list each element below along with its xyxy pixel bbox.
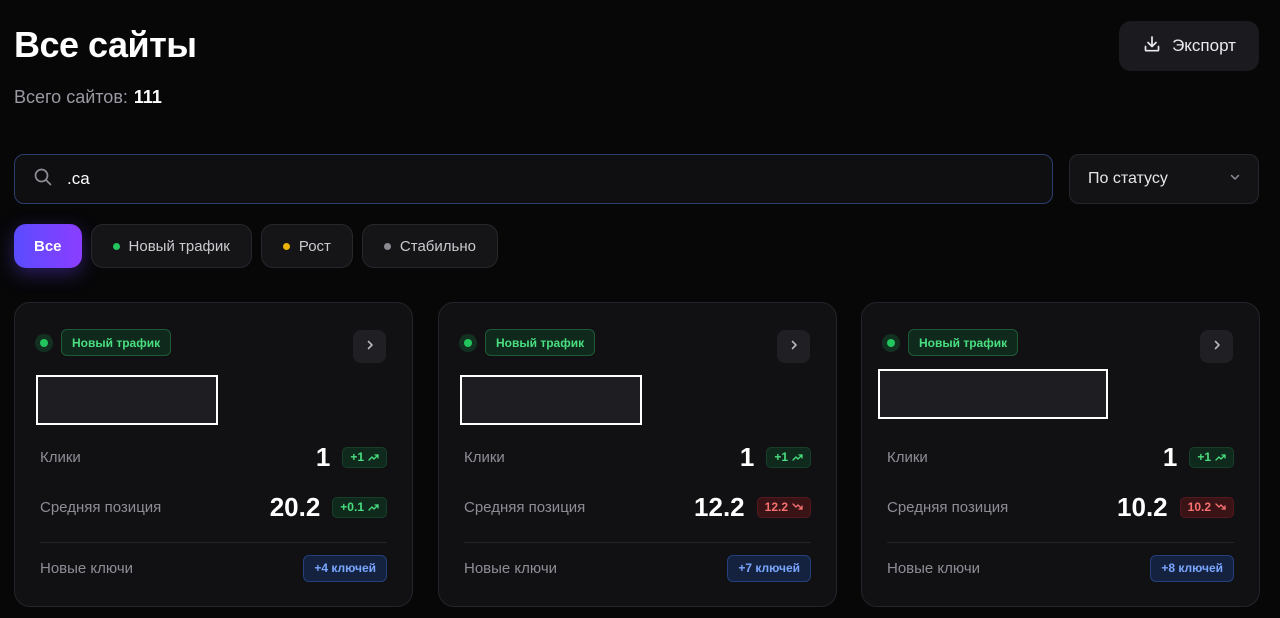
status-badge: Новый трафик (908, 329, 1019, 356)
card-divider (40, 542, 387, 543)
clicks-row: Клики 1 +1 (40, 437, 387, 477)
status-filter-chips: Все Новый трафик Рост Стабильно (14, 224, 498, 268)
search-field[interactable] (14, 154, 1053, 204)
filter-chip-growth[interactable]: Рост (260, 224, 353, 268)
clicks-delta-badge: +1 (342, 446, 387, 468)
trend-up-icon (1215, 454, 1226, 461)
filter-chip-new-traffic[interactable]: Новый трафик (90, 224, 252, 268)
trend-up-icon (368, 454, 379, 461)
position-label: Средняя позиция (464, 498, 586, 516)
chevron-right-icon (364, 338, 376, 356)
redacted-site-name (878, 369, 1108, 419)
new-keys-label: Новые ключи (40, 559, 134, 577)
trend-down-icon (1215, 503, 1226, 510)
open-site-button[interactable] (777, 330, 810, 363)
status-dot-icon (882, 333, 900, 352)
download-icon (1142, 34, 1162, 59)
new-keys-badge: +8 ключей (1150, 554, 1234, 582)
total-sites-count: Всего сайтов: 111 (14, 87, 162, 108)
position-delta-badge: 12.2 (756, 496, 811, 518)
new-keys-label: Новые ключи (887, 559, 981, 577)
clicks-value: 1 (739, 441, 755, 472)
position-label: Средняя позиция (40, 498, 162, 516)
clicks-label: Клики (40, 448, 81, 466)
new-keys-row: Новые ключи +7 ключей (464, 548, 811, 588)
clicks-delta-badge: +1 (1189, 446, 1234, 468)
status-badge: Новый трафик (485, 329, 596, 356)
status-badge: Новый трафик (61, 329, 172, 356)
new-keys-badge: +7 ключей (727, 554, 811, 582)
clicks-delta: +1 (1197, 450, 1211, 464)
new-keys-label: Новые ключи (464, 559, 558, 577)
card-status: Новый трафик (459, 329, 596, 356)
position-row: Средняя позиция 20.2 +0.1 (40, 487, 387, 527)
status-dot-icon (35, 333, 53, 352)
status-filter-select[interactable]: По статусу (1069, 154, 1259, 204)
card-status: Новый трафик (882, 329, 1019, 356)
trend-up-icon (792, 454, 803, 461)
open-site-button[interactable] (1200, 330, 1233, 363)
redacted-site-name (36, 375, 218, 425)
new-keys-row: Новые ключи +4 ключей (40, 548, 387, 588)
chevron-down-icon (1228, 170, 1242, 189)
green-dot-icon (112, 242, 120, 250)
redacted-site-name (460, 375, 642, 425)
site-card[interactable]: Новый трафик Клики 1 +1 Средняя позиция … (861, 302, 1260, 607)
search-input[interactable] (67, 169, 967, 189)
clicks-value: 1 (315, 441, 331, 472)
position-delta: 12.2 (764, 500, 788, 514)
yellow-dot-icon (282, 242, 290, 250)
clicks-label: Клики (464, 448, 505, 466)
clicks-row: Клики 1 +1 (887, 437, 1234, 477)
gray-dot-icon (383, 242, 391, 250)
filter-chip-stable[interactable]: Стабильно (361, 224, 498, 268)
filter-chip-label: Новый трафик (128, 237, 230, 255)
clicks-delta: +1 (350, 450, 364, 464)
clicks-value: 1 (1162, 441, 1178, 472)
export-button[interactable]: Экспорт (1119, 21, 1259, 71)
position-delta-badge: 10.2 (1179, 496, 1234, 518)
total-sites-label: Всего сайтов: (14, 87, 128, 107)
position-delta: +0.1 (340, 500, 364, 514)
all-sites-page: Все сайты Всего сайтов:111 Экспорт По ст… (0, 0, 1280, 618)
filter-chip-label: Все (34, 237, 62, 255)
trend-up-icon (368, 504, 379, 511)
position-row: Средняя позиция 12.2 12.2 (464, 487, 811, 527)
export-label: Экспорт (1172, 36, 1236, 55)
open-site-button[interactable] (353, 330, 386, 363)
position-delta: 10.2 (1187, 500, 1211, 514)
total-sites-value: 111 (133, 87, 162, 107)
status-select-value: По статусу (1088, 170, 1168, 187)
filter-chip-label: Стабильно (399, 237, 476, 255)
clicks-delta: +1 (774, 450, 788, 464)
new-keys-row: Новые ключи +8 ключей (887, 548, 1234, 588)
new-keys-badge: +4 ключей (303, 554, 387, 582)
clicks-row: Клики 1 +1 (464, 437, 811, 477)
chevron-right-icon (788, 338, 800, 356)
chevron-right-icon (1211, 338, 1223, 356)
position-value: 12.2 (694, 491, 745, 522)
site-card[interactable]: Новый трафик Клики 1 +1 Средняя позиция … (14, 302, 413, 607)
position-row: Средняя позиция 10.2 10.2 (887, 487, 1234, 527)
clicks-delta-badge: +1 (766, 446, 811, 468)
site-card[interactable]: Новый трафик Клики 1 +1 Средняя позиция … (438, 302, 837, 607)
search-icon (33, 167, 53, 192)
position-value: 20.2 (269, 491, 321, 522)
position-label: Средняя позиция (887, 498, 1009, 516)
page-title: Все сайты (14, 24, 197, 65)
card-status: Новый трафик (35, 329, 172, 356)
status-dot-icon (459, 333, 477, 352)
position-value: 10.2 (1117, 491, 1168, 522)
trend-down-icon (792, 503, 803, 510)
clicks-label: Клики (887, 448, 928, 466)
filter-chip-label: Рост (298, 237, 331, 255)
position-delta-badge: +0.1 (332, 496, 387, 518)
card-divider (464, 542, 811, 543)
card-divider (887, 542, 1234, 543)
filter-chip-all[interactable]: Все (14, 224, 82, 268)
